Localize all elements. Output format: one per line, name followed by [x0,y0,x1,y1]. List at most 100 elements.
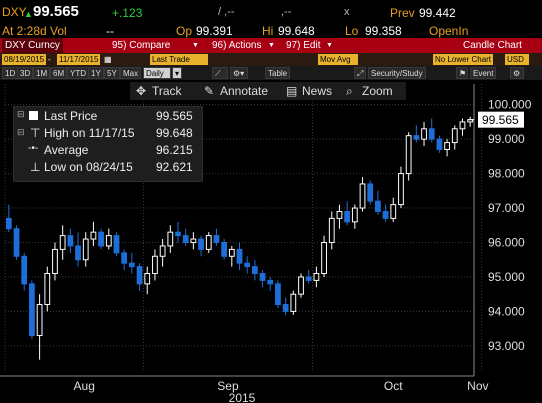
candle-body [321,242,327,275]
y-tick-label: 99.000 [488,132,525,146]
candle-body [328,217,335,244]
period-5y[interactable]: 5Y [104,67,120,79]
legend-low-label: Low on 08/24/15 [44,160,133,174]
track-tool[interactable]: Track [152,82,182,100]
y-tick-label: 97.000 [488,201,525,215]
candle-body [82,238,89,261]
frequency-selector[interactable]: Daily [143,67,171,79]
actions-num: 96) [212,40,227,51]
security-study-button[interactable]: Security/Study [368,67,426,79]
end-date-field[interactable]: 11/17/2015 [57,54,101,65]
candle-body [13,228,20,257]
edit-menu[interactable]: 97) Edit [286,38,320,53]
actions-dropdown-icon[interactable]: ▼ [268,38,275,53]
candle-body [359,183,366,209]
period-3d[interactable]: 3D [17,67,34,79]
candle-body [21,255,28,285]
candle-body [459,121,466,130]
start-date-field[interactable]: 08/19/2015 [2,54,47,65]
candle-body [275,283,281,306]
news-icon[interactable]: ▤ [286,82,297,100]
annotate-pencil-icon[interactable]: ✎ [204,82,214,100]
candle-body [75,245,81,261]
size-x: x [344,6,350,18]
candle-body [436,138,443,150]
period-toolbar: 1D 3D 1M 6M YTD 1Y 5Y Max Daily ▾ ⟋ ⚙▾ T… [0,66,542,80]
legend-high-value: 99.648 [156,126,193,140]
edit-label: Edit [303,40,321,51]
track-move-icon[interactable]: ✥ [136,82,146,100]
legend-avg-label: Average [44,143,89,157]
mov-avg-selector[interactable]: Mov Avg [318,54,358,65]
chart-tools: ✥ Track ✎ Annotate ▤ News ⌕ Zoom [130,82,406,100]
x-tick-label: Aug [74,379,95,393]
gear-icon[interactable]: ⚙ [510,67,524,79]
candle-body [413,135,420,140]
candle-body [59,235,66,250]
annotate-tool[interactable]: Annotate [220,82,268,100]
candle-body [90,231,97,240]
currency-selector[interactable]: USD [505,54,529,65]
period-ytd[interactable]: YTD [67,67,89,79]
candle-body [213,235,220,244]
open-value: 99.391 [196,24,233,38]
line-chart-icon[interactable]: ⟋ [212,67,228,79]
security-name[interactable]: DXY Curncy [2,38,63,53]
bid-ask-2: ,-- [281,6,292,18]
compare-menu[interactable]: 95) Compare [112,38,170,53]
candle-body [298,276,304,295]
quote-detail: At 2:28d Vol -- Op 99.391 Hi 99.648 Lo 9… [0,24,542,38]
lower-chart-selector[interactable]: No Lower Chart [433,54,493,65]
period-1m[interactable]: 1M [33,67,51,79]
edit-dropdown-icon[interactable]: ▼ [326,38,333,53]
event-flag-icon[interactable]: ⚑ [456,67,468,79]
chart-legend[interactable]: ⊟ Last Price 99.565 ⊟ ⊤ High on 11/17/15… [13,106,203,182]
candle-body [36,304,43,337]
table-button[interactable]: Table [265,67,291,79]
event-button[interactable]: Event [470,67,497,79]
period-6m[interactable]: 6M [50,67,68,79]
bid-ask-1: / ,-- [218,6,235,18]
last-price-swatch [29,111,38,120]
actions-menu[interactable]: 96) Actions [212,38,261,53]
low-label: Lo [345,24,359,38]
candle-body [121,252,128,264]
news-tool[interactable]: News [302,82,332,100]
chart-controls: 08/19/2015 - 11/17/2015 ▦ Last Trade Mov… [0,53,542,66]
function-menu-bar: DXY Curncy 95) Compare ▼ 96) Actions ▼ 9… [0,38,542,53]
zoom-tool[interactable]: Zoom [362,82,393,100]
period-1y[interactable]: 1Y [88,67,104,79]
candle-body [267,279,274,285]
candle-body [144,273,151,285]
edit-num: 97) [286,40,301,51]
candle-body [182,235,189,244]
legend-last-label: Last Price [44,109,98,123]
period-1d[interactable]: 1D [2,67,19,79]
quote-header: DXY ▲ 99.565 +.123 / ,-- ,-- x Prev 99.4… [0,0,542,24]
settings-icon[interactable]: ⚙▾ [230,67,248,79]
last-price-tag-label: 99.565 [482,113,519,127]
candle-body [5,217,12,230]
chart-type-label: Candle Chart [463,40,522,51]
compare-num: 95) [112,40,127,51]
candle-body [290,293,297,312]
low-value: 99.358 [365,24,402,38]
candle-body [375,200,381,212]
compare-dropdown-icon[interactable]: ▼ [192,38,199,53]
candle-body [236,248,243,264]
time-vol-label: At 2:28d Vol [2,24,67,38]
legend-avg-value: 96.215 [156,143,193,157]
candle-body [382,210,389,219]
candle-body [228,248,235,257]
period-max[interactable]: Max [120,67,142,79]
candle-body [428,128,435,140]
field-selector[interactable]: Last Trade [150,54,208,65]
candle-body [52,248,58,275]
candle-body [421,128,427,140]
calendar-icon[interactable]: ▦ [104,53,112,66]
y-tick-label: 94.000 [488,304,525,318]
zoom-magnifier-icon[interactable]: ⌕ [346,82,353,100]
expand-icon[interactable]: ⤢ [354,67,366,79]
frequency-dropdown-icon[interactable]: ▾ [172,67,182,79]
open-label: Op [176,24,193,38]
